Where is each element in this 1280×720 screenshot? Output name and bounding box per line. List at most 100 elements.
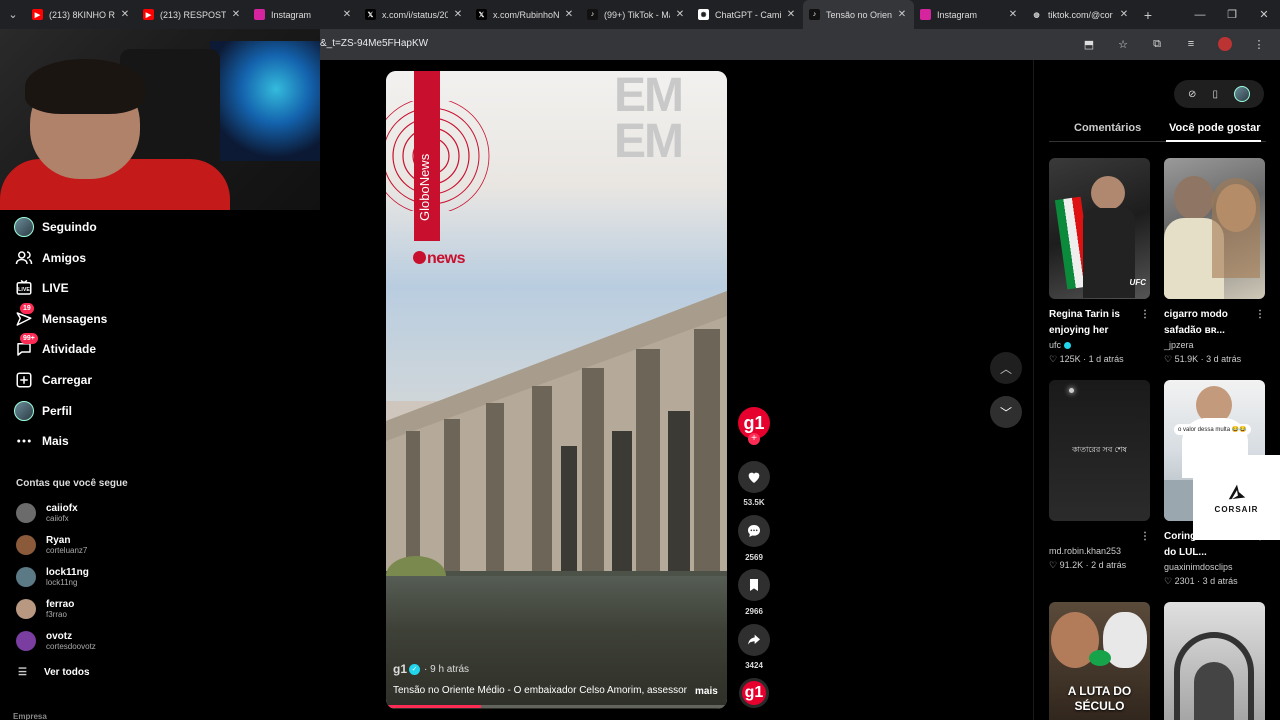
following-account[interactable]: Ryan corteluanz7	[16, 530, 87, 560]
sidebar-item-seguindo[interactable]: Seguindo	[14, 215, 97, 239]
card-author[interactable]: ufc	[1049, 339, 1150, 351]
sidebar-item-live[interactable]: LIVE LIVE	[14, 276, 69, 300]
video-thumbnail[interactable]: UFC	[1049, 158, 1150, 299]
instagram-icon	[920, 9, 931, 20]
tab-close-icon[interactable]: ✕	[896, 9, 908, 20]
sidebar-item-mais[interactable]: Mais	[14, 429, 69, 453]
browser-tab[interactable]: ▶ (213) 8KINHO RE ✕	[26, 0, 137, 29]
next-video-button[interactable]: ﹀	[990, 396, 1022, 428]
view-mode-pill: ⊘ ▯	[1174, 80, 1264, 108]
kebab-menu-icon[interactable]: ⋮	[1248, 35, 1270, 53]
footer-section-empresa[interactable]: Empresa	[13, 712, 47, 720]
following-account[interactable]: caiiofx caiiofx	[16, 498, 78, 528]
globe-icon: ◍	[1033, 11, 1040, 19]
recommended-video-card[interactable]	[1164, 602, 1265, 720]
tab-comments[interactable]: Comentários	[1074, 122, 1141, 134]
tab-close-icon[interactable]: ✕	[1007, 9, 1019, 20]
like-button[interactable]	[738, 461, 770, 493]
tab-close-icon[interactable]: ✕	[452, 9, 464, 20]
avatar	[16, 567, 36, 587]
tab-close-icon[interactable]: ✕	[119, 9, 131, 20]
url-field[interactable]: &_t=ZS-94Me5FHapKW	[320, 38, 428, 49]
tab-search-icon[interactable]: ⌄	[0, 0, 26, 29]
tab-title: x.com/i/status/20	[382, 9, 448, 20]
card-author[interactable]: md.robin.khan253	[1049, 545, 1150, 557]
sidebar-item-mensagens[interactable]: 19 Mensagens	[14, 303, 107, 331]
recommended-video-card[interactable]: UFC Regina Tarin is enjoying her first...…	[1049, 158, 1150, 366]
browser-tab[interactable]: 𝕏x.com/i/status/20 ✕	[359, 0, 470, 29]
browser-tab[interactable]: Instagram ✕	[248, 0, 359, 29]
recommended-video-card[interactable]: কাতারের সব শেষ ⋮ md.robin.khan253 ♡ 91.2K ·…	[1049, 380, 1150, 572]
card-title-row: ⋮	[1049, 529, 1150, 545]
share-button[interactable]	[738, 624, 770, 656]
video-thumbnail[interactable]: কাতারের সব শেষ	[1049, 380, 1150, 521]
card-menu-icon[interactable]: ⋮	[1255, 307, 1265, 323]
browser-tab[interactable]: ♪ (99+) TikTok - Ma ✕	[581, 0, 692, 29]
browser-tab[interactable]: ✺ ChatGPT - Camis ✕	[692, 0, 803, 29]
sidebar-item-carregar[interactable]: Carregar	[14, 368, 92, 392]
account-text: Ryan corteluanz7	[46, 535, 87, 556]
tab-you-may-like[interactable]: Você pode gostar	[1169, 122, 1260, 134]
card-author[interactable]: guaxinimdosclips	[1164, 561, 1265, 573]
video-progress-bar[interactable]	[386, 705, 727, 708]
tab-close-icon[interactable]: ✕	[341, 9, 353, 20]
browser-tab[interactable]: Instagram ✕	[914, 0, 1025, 29]
tab-title: (213) 8KINHO RE	[49, 9, 115, 20]
sidebar-item-perfil[interactable]: Perfil	[14, 399, 72, 423]
tab-close-icon[interactable]: ✕	[230, 9, 242, 20]
video-player[interactable]: EM EM GloboNews news g1 ✓ · 9 h atrás Te…	[386, 71, 727, 709]
previous-video-button[interactable]: ︿	[990, 352, 1022, 384]
card-menu-icon[interactable]: ⋮	[1140, 307, 1150, 323]
account-text: caiiofx caiiofx	[46, 503, 78, 524]
upload-icon	[14, 370, 34, 390]
card-stats: ♡ 51.9K · 3 d atrás	[1164, 352, 1265, 366]
browser-tab[interactable]: ♪ Tensão no Orien ✕	[803, 0, 914, 29]
close-window-icon[interactable]: ✕	[1248, 8, 1280, 21]
tab-close-icon[interactable]: ✕	[674, 9, 686, 20]
sidebar-item-label: Atividade	[42, 342, 97, 356]
recommended-video-card[interactable]: A LUTA DO SÉCULO	[1049, 602, 1150, 720]
webcam-hair	[25, 59, 145, 114]
save-button[interactable]	[738, 569, 770, 601]
card-menu-icon[interactable]: ⋮	[1140, 529, 1150, 545]
tab-close-icon[interactable]: ✕	[785, 9, 797, 20]
recommended-video-card[interactable]: cigarro modo safadão ʙʀ... ⋮ _jpzera ♡ 51.9…	[1164, 158, 1265, 366]
following-account[interactable]: lock11ng lock11ng	[16, 562, 89, 592]
separator: ·	[1083, 560, 1092, 570]
comment-button[interactable]	[738, 515, 770, 547]
following-account[interactable]: ferrao f3rrao	[16, 594, 74, 624]
bookmark-star-icon[interactable]: ☆	[1112, 35, 1134, 53]
following-account[interactable]: ovotz cortesdoovotz	[16, 626, 96, 656]
tab-close-icon[interactable]: ✕	[1118, 9, 1130, 20]
minimize-icon[interactable]: —	[1184, 9, 1216, 21]
compass-icon[interactable]: ⊘	[1188, 89, 1196, 100]
extensions-icon[interactable]: ⧉	[1146, 35, 1168, 53]
video-thumbnail[interactable]: A LUTA DO SÉCULO	[1049, 602, 1150, 720]
profile-avatar-icon[interactable]	[1214, 35, 1236, 53]
comment-count: 2569	[745, 553, 763, 562]
browser-tab[interactable]: ◍ tiktok.com/@cor ✕	[1025, 0, 1136, 29]
install-icon[interactable]: ⬒	[1078, 35, 1100, 53]
phone-icon[interactable]: ▯	[1212, 89, 1218, 100]
card-author-name: guaxinimdosclips	[1164, 562, 1233, 572]
music-disc[interactable]: g1	[739, 678, 769, 708]
browser-tab[interactable]: 𝕏x.com/RubinhoN ✕	[470, 0, 581, 29]
card-author[interactable]: _jpzera	[1164, 339, 1265, 351]
media-icon[interactable]: ≡	[1180, 35, 1202, 53]
sidebar-item-atividade[interactable]: 99+ Atividade	[14, 333, 97, 361]
author-name[interactable]: g1	[393, 662, 407, 676]
follow-plus-icon[interactable]: +	[748, 433, 760, 445]
see-all-link[interactable]: ☰ Ver todos	[18, 667, 90, 678]
more-link[interactable]: mais	[695, 686, 718, 697]
browser-tab[interactable]: ▶ (213) RESPOSTA ✕	[137, 0, 248, 29]
video-thumbnail[interactable]	[1164, 602, 1265, 720]
sidebar-item-label: Carregar	[42, 373, 93, 387]
separator: ·	[1080, 354, 1089, 364]
restore-icon[interactable]: ❐	[1216, 8, 1248, 21]
sidebar-item-amigos[interactable]: Amigos	[14, 246, 86, 270]
tab-close-icon[interactable]: ✕	[563, 9, 575, 20]
user-avatar-icon[interactable]	[1233, 86, 1250, 102]
video-thumbnail[interactable]	[1164, 158, 1265, 299]
gnews-logo: news	[413, 250, 466, 268]
new-tab-icon[interactable]: +	[1136, 7, 1160, 23]
